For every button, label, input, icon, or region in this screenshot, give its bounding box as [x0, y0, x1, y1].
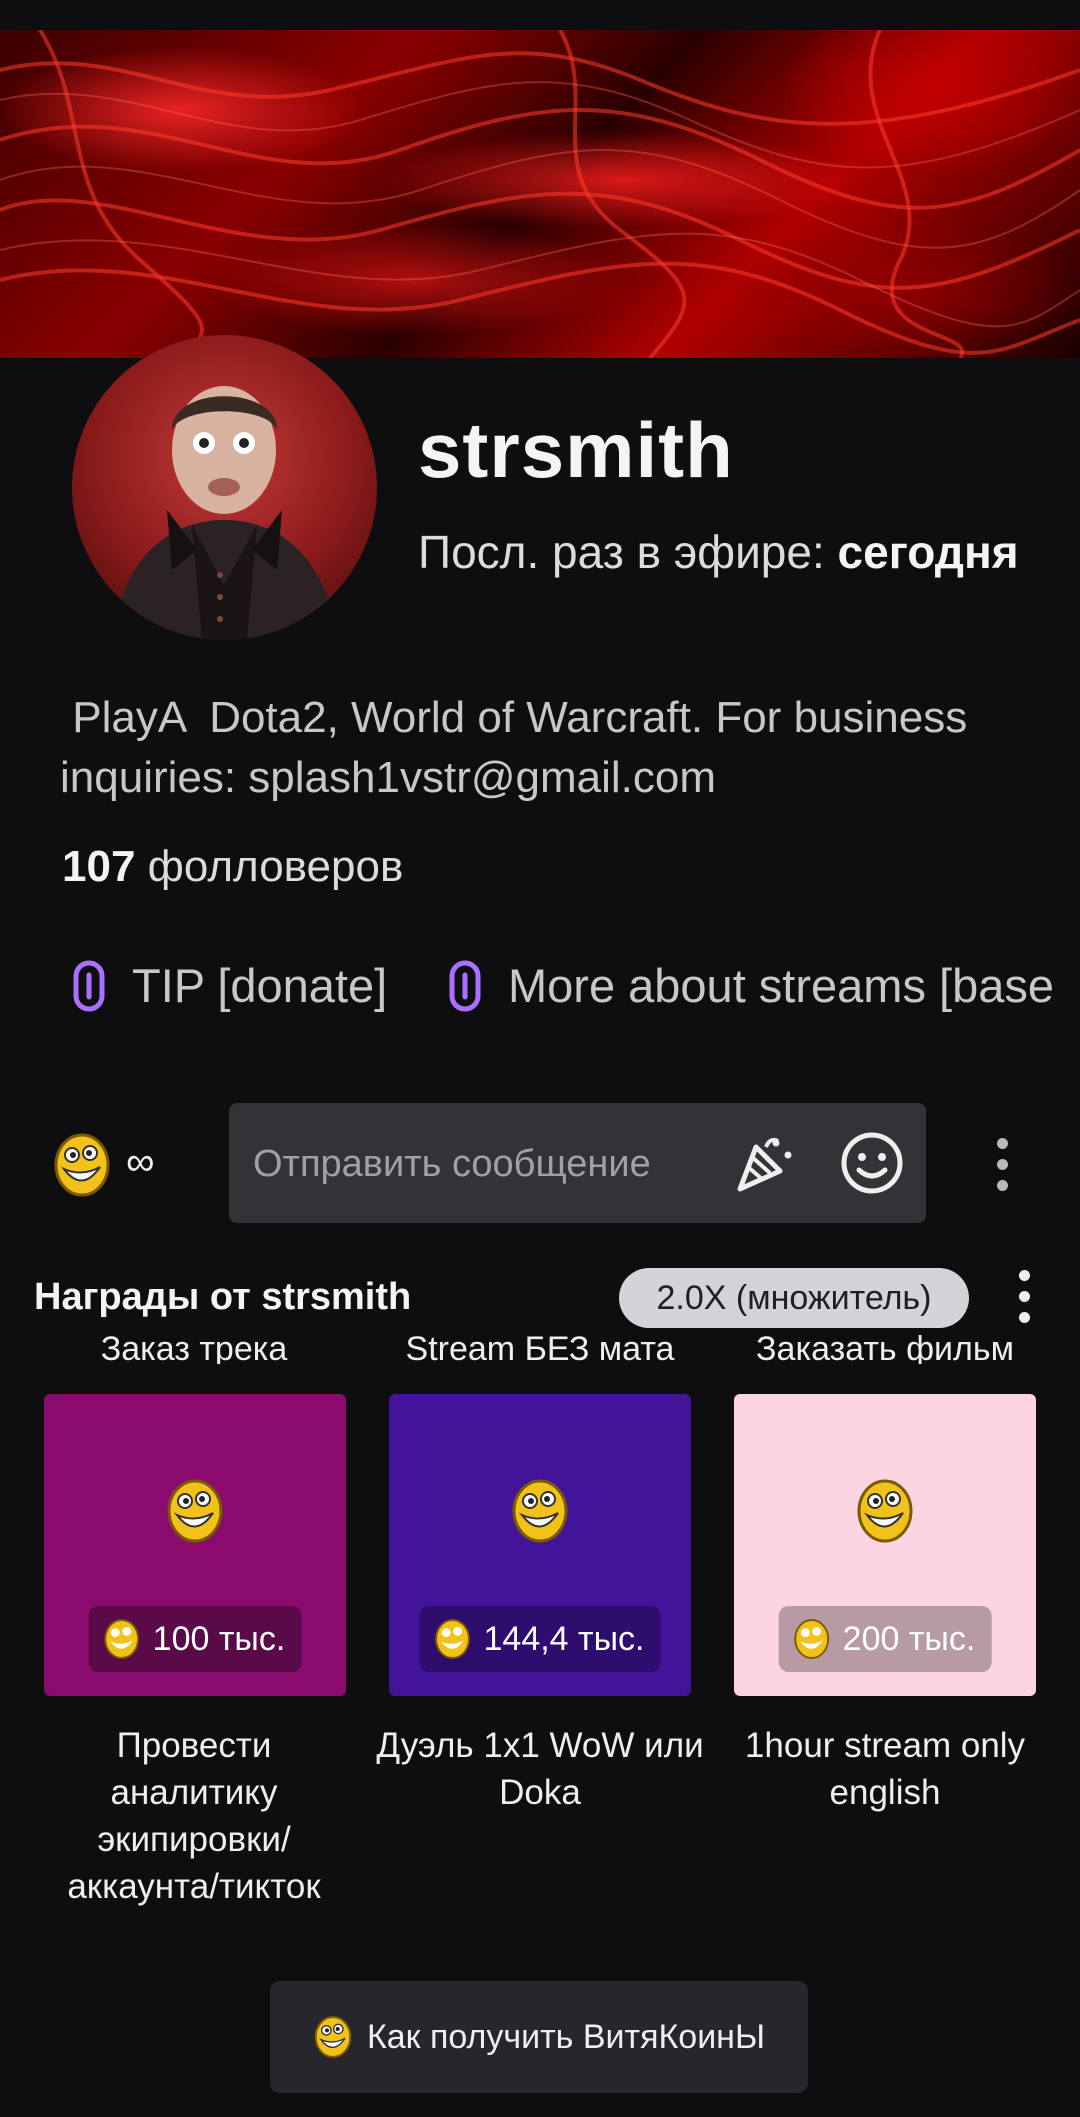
- bio-line: inquiries: splash1vstr@gmail.com: [60, 753, 717, 802]
- how-to-earn-label: Как получить ВитяКоинЫ: [366, 2017, 766, 2056]
- reward-price-value: 100 тыс.: [152, 1619, 286, 1658]
- followers-count: 107 фолловеров: [62, 842, 403, 892]
- party-popper-icon[interactable]: [734, 1133, 794, 1193]
- channel-bio: PlayA Dota2, World of Warcraft. For busi…: [60, 688, 1080, 808]
- chat-input-container[interactable]: [229, 1103, 926, 1225]
- channel-points-icon: [54, 1133, 110, 1197]
- reward-card[interactable]: 144,4 тыс.: [389, 1394, 691, 1696]
- coin-emote-icon: [857, 1479, 913, 1543]
- link-more-about-streams[interactable]: More about streams [base: [448, 958, 1054, 1013]
- last-live-value: сегодня: [837, 526, 1019, 578]
- channel-name: strsmith: [418, 406, 734, 494]
- reward-label-partial: Заказ трека: [100, 1330, 288, 1364]
- reward-label-partial: Stream БЕЗ мата: [405, 1330, 675, 1364]
- coin-emote-icon: [512, 1479, 568, 1543]
- coin-icon: [794, 1619, 830, 1659]
- chat-more-button[interactable]: [997, 1138, 1008, 1191]
- link-label: More about streams [base: [508, 959, 1054, 1012]
- rewards-more-button[interactable]: [1019, 1270, 1030, 1323]
- channel-points-button[interactable]: [52, 1133, 112, 1197]
- reward-card[interactable]: 200 тыс.: [734, 1394, 1036, 1696]
- reward-price-value: 200 тыс.: [842, 1619, 976, 1658]
- link-icon: [73, 960, 105, 1011]
- last-live-text: Посл. раз в эфире: сегодня: [418, 525, 1019, 579]
- reward-label-partial: Заказать фильм: [756, 1330, 1014, 1364]
- channel-avatar[interactable]: [72, 335, 377, 640]
- how-to-earn-button[interactable]: Как получить ВитяКоинЫ: [270, 1981, 808, 2093]
- reward-name: Провести аналитику экипировки/ аккаунта/…: [67, 1726, 321, 1906]
- bio-line: PlayA Dota2, World of Warcraft. For busi…: [60, 693, 968, 742]
- reward-name: Дуэль 1x1 WoW или Doka: [376, 1726, 704, 1812]
- reward-price: 100 тыс.: [88, 1606, 302, 1672]
- smiley-icon[interactable]: [839, 1130, 905, 1196]
- link-tip[interactable]: TIP [donate]: [72, 958, 387, 1013]
- channel-points-balance: ∞: [126, 1140, 155, 1184]
- coin-icon: [435, 1619, 470, 1659]
- multiplier-badge[interactable]: 2.0X (множитель): [619, 1268, 969, 1328]
- coin-icon: [104, 1619, 140, 1659]
- followers-label: фолловеров: [135, 842, 404, 891]
- coin-icon: [314, 2016, 352, 2058]
- reward-price-value: 144,4 тыс.: [483, 1619, 645, 1658]
- link-label: TIP [donate]: [132, 959, 388, 1012]
- last-live-label: Посл. раз в эфире:: [418, 526, 838, 578]
- reward-price: 200 тыс.: [778, 1606, 992, 1672]
- reward-price: 144,4 тыс.: [419, 1606, 661, 1672]
- coin-emote-icon: [167, 1479, 223, 1543]
- reward-name: 1hour stream only english: [744, 1726, 1026, 1812]
- chat-message-input[interactable]: [251, 1103, 725, 1225]
- reward-card[interactable]: 100 тыс.: [44, 1394, 346, 1696]
- link-icon: [449, 960, 481, 1011]
- followers-number: 107: [62, 842, 136, 891]
- channel-banner: [0, 30, 1080, 358]
- rewards-title: Награды от strsmith: [34, 1276, 412, 1318]
